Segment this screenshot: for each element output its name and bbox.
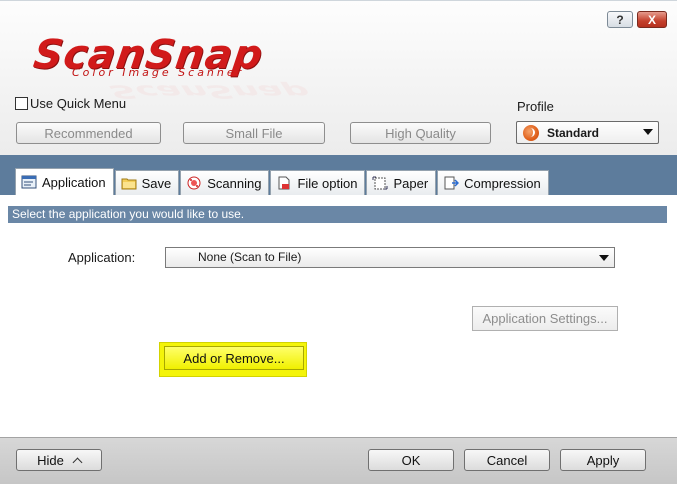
tab-paper[interactable]: Paper bbox=[366, 170, 437, 195]
chevron-down-icon bbox=[599, 255, 609, 261]
checkbox-box[interactable] bbox=[15, 97, 28, 110]
tab-application[interactable]: Application bbox=[15, 168, 114, 195]
folder-icon bbox=[121, 176, 137, 190]
tab-label: Compression bbox=[464, 175, 541, 191]
cancel-button[interactable]: Cancel bbox=[464, 449, 550, 471]
ok-button[interactable]: OK bbox=[368, 449, 454, 471]
application-icon bbox=[21, 175, 37, 189]
hide-label: Hide bbox=[37, 452, 64, 468]
file-option-icon bbox=[276, 176, 292, 190]
profile-dropdown[interactable]: Standard bbox=[516, 121, 659, 144]
tab-file-option[interactable]: File option bbox=[270, 170, 366, 195]
tab-label: Application bbox=[42, 174, 106, 190]
tab-save[interactable]: Save bbox=[114, 170, 180, 195]
profile-label: Profile bbox=[517, 99, 554, 114]
tab-scanning[interactable]: Scanning bbox=[180, 170, 270, 195]
add-remove-button[interactable]: Add or Remove... bbox=[164, 346, 304, 370]
chevron-up-icon bbox=[72, 457, 83, 467]
quick-menu-checkbox[interactable]: Use Quick Menu bbox=[15, 96, 126, 111]
high-quality-button[interactable]: High Quality bbox=[350, 122, 491, 144]
chevron-down-icon bbox=[643, 129, 653, 135]
quick-menu-label: Use Quick Menu bbox=[30, 96, 127, 111]
scansnap-settings-window: ? X ScanSnap ScanSnap Color Image Scanne… bbox=[0, 0, 677, 484]
logo-tagline: Color Image Scanner bbox=[72, 66, 245, 79]
tab-bar: Application Save Scanning File option Pa… bbox=[15, 168, 550, 195]
compression-icon bbox=[443, 176, 460, 190]
profile-icon bbox=[523, 124, 539, 141]
small-file-button[interactable]: Small File bbox=[183, 122, 325, 144]
tab-label: Save bbox=[141, 175, 172, 191]
hide-button[interactable]: Hide bbox=[16, 449, 102, 471]
logo-reflection: ScanSnap bbox=[107, 81, 312, 102]
close-button[interactable]: X bbox=[637, 11, 667, 28]
help-button[interactable]: ? bbox=[607, 11, 633, 28]
instruction-bar: Select the application you would like to… bbox=[8, 206, 667, 223]
tab-compression[interactable]: Compression bbox=[437, 170, 549, 195]
paper-icon bbox=[372, 176, 388, 190]
profile-selected: Standard bbox=[547, 125, 600, 140]
tab-label: Scanning bbox=[207, 175, 262, 191]
tab-label: File option bbox=[297, 175, 358, 191]
recommended-button[interactable]: Recommended bbox=[16, 122, 161, 144]
application-label: Application: bbox=[68, 250, 136, 265]
application-dropdown[interactable]: None (Scan to File) bbox=[165, 247, 615, 268]
application-selected: None (Scan to File) bbox=[198, 250, 302, 264]
application-settings-button[interactable]: Application Settings... bbox=[472, 306, 618, 331]
apply-button[interactable]: Apply bbox=[560, 449, 646, 471]
tab-label: Paper bbox=[393, 175, 429, 191]
scanning-icon bbox=[186, 176, 202, 190]
scansnap-logo: ScanSnap ScanSnap Color Image Scanner bbox=[30, 32, 320, 102]
title-buttons: ? X bbox=[607, 11, 667, 28]
header-panel: ? X ScanSnap ScanSnap Color Image Scanne… bbox=[0, 0, 677, 155]
